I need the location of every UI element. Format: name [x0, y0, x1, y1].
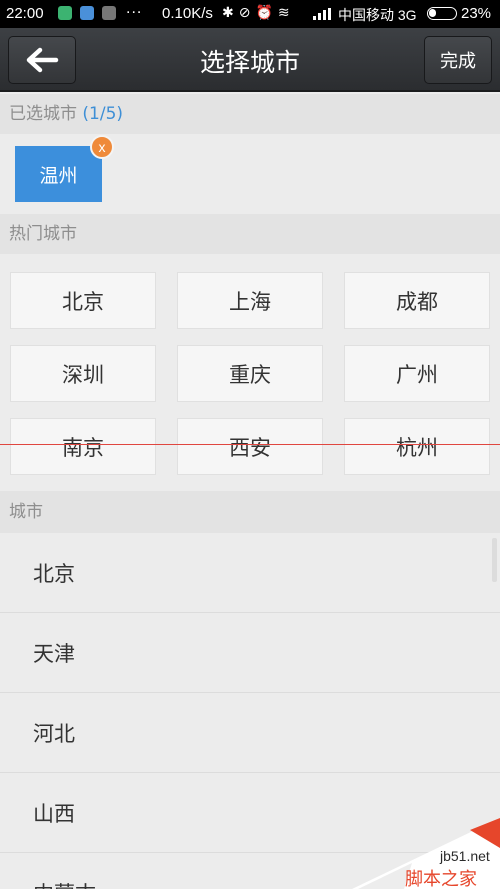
app-notification-icon — [80, 6, 94, 20]
watermark-url: jb51.net — [440, 848, 490, 864]
wifi-icon: ≋ — [277, 5, 295, 21]
remove-chip-button[interactable]: x — [90, 135, 114, 159]
back-button[interactable] — [8, 36, 76, 84]
status-bar: 22:00 ... 0.10K/s ✱⊘⏰≋ 中国移动 3G 23% — [0, 0, 500, 28]
signal-icon — [313, 8, 331, 20]
hot-section-header: 热门城市 — [0, 214, 500, 254]
title-bar: 选择城市 完成 — [0, 28, 500, 92]
selected-section-label: 已选城市 — [9, 104, 77, 124]
city-section-header: 城市 — [0, 491, 500, 533]
system-icons: ✱⊘⏰≋ — [222, 5, 295, 21]
hot-city-button[interactable]: 深圳 — [10, 345, 156, 402]
alarm-icon: ⏰ — [255, 5, 278, 21]
mute-icon: ⊘ — [238, 5, 256, 21]
hot-city-button[interactable]: 杭州 — [344, 418, 490, 475]
done-button[interactable]: 完成 — [424, 36, 492, 84]
screen: 22:00 ... 0.10K/s ✱⊘⏰≋ 中国移动 3G 23% 选择城市 … — [0, 0, 500, 889]
hot-city-button[interactable]: 西安 — [177, 418, 323, 475]
hot-city-button[interactable]: 上海 — [177, 272, 323, 329]
app-notification-icon — [102, 6, 116, 20]
network-speed: 0.10K/s — [162, 5, 213, 22]
selected-city-chip[interactable]: 温州 — [15, 146, 102, 202]
battery-icon — [427, 7, 457, 20]
page-title: 选择城市 — [199, 48, 300, 77]
city-list-item[interactable]: 北京 — [0, 533, 500, 613]
selected-count: (1/5) — [82, 104, 124, 124]
hot-city-button[interactable]: 广州 — [344, 345, 490, 402]
more-notifications: ... — [126, 0, 143, 17]
hot-city-button[interactable]: 南京 — [10, 418, 156, 475]
hot-city-button[interactable]: 重庆 — [177, 345, 323, 402]
carrier-label: 中国移动 3G — [338, 7, 417, 23]
bluetooth-icon: ✱ — [222, 5, 239, 21]
guide-line — [0, 444, 500, 445]
city-list-item[interactable]: 河北 — [0, 693, 500, 773]
app-notification-icon — [58, 6, 72, 20]
hot-city-button[interactable]: 北京 — [10, 272, 156, 329]
arrow-left-icon — [26, 47, 59, 73]
hot-city-button[interactable]: 成都 — [344, 272, 490, 329]
city-list-item[interactable]: 天津 — [0, 613, 500, 693]
watermark-text: 脚本之家 — [405, 869, 477, 889]
status-time: 22:00 — [6, 5, 44, 22]
selected-section-header: 已选城市 (1/5) — [0, 94, 500, 134]
scrollbar[interactable] — [492, 538, 497, 582]
battery-percent: 23% — [461, 5, 492, 22]
